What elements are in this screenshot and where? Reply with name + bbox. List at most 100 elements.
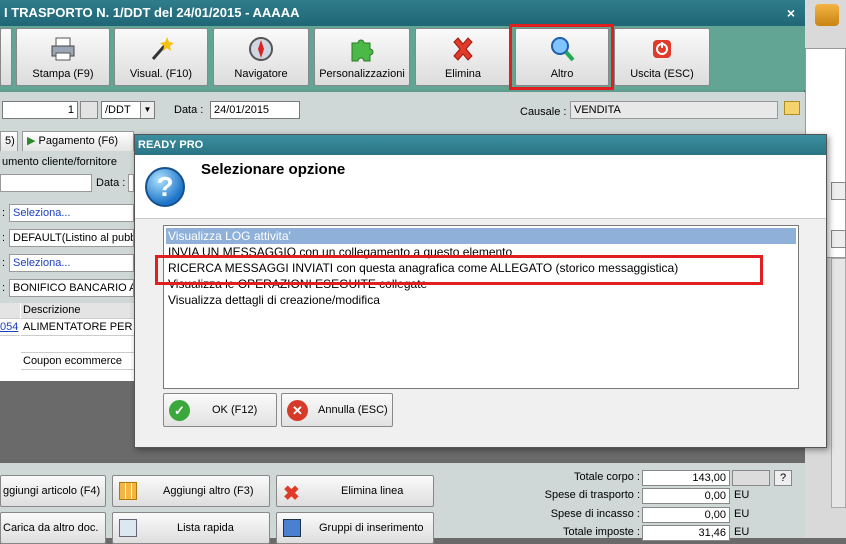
- stampa-button[interactable]: Stampa (F9): [16, 28, 110, 86]
- red-x-icon: [453, 37, 473, 61]
- altro-highlight: [509, 24, 614, 90]
- option-log-attivita[interactable]: Visualizza LOG attivita': [166, 228, 796, 244]
- elimina-button[interactable]: Elimina: [415, 28, 511, 86]
- side-dropdown-2[interactable]: [831, 230, 846, 248]
- personalizzazioni-label: Personalizzazioni: [319, 68, 405, 80]
- partial-button[interactable]: [0, 28, 12, 86]
- aggiungi-altro-button[interactable]: Aggiungi altro (F3): [112, 475, 270, 507]
- aggiungi-altro-label: Aggiungi altro (F3): [163, 485, 254, 497]
- elimina-linea-label: Elimina linea: [341, 485, 404, 497]
- option-dettagli-creazione[interactable]: Visualizza dettagli di creazione/modific…: [166, 292, 796, 308]
- question-icon: ?: [145, 167, 185, 207]
- dialog-header: ? Selezionare opzione: [135, 155, 826, 219]
- series-dropdown-arrow[interactable]: ▼: [140, 102, 154, 118]
- personalizzazioni-button[interactable]: Personalizzazioni: [314, 28, 410, 86]
- items-grid: Descrizione 054 ALIMENTATORE PER N Coupo…: [0, 303, 134, 381]
- stampa-label: Stampa (F9): [32, 68, 94, 80]
- data-label: Data :: [174, 104, 204, 116]
- puzzle-icon: [351, 39, 374, 62]
- carica-altro-doc-label: Carica da altro doc.: [3, 522, 99, 534]
- cancel-icon: ✕: [287, 400, 308, 421]
- side-dropdown-1[interactable]: [831, 182, 846, 200]
- dialog-title: READY PRO: [135, 135, 826, 155]
- totale-imposte-value: 31,46: [642, 525, 730, 541]
- ok-label: OK (F12): [212, 404, 258, 416]
- printer-icon: [51, 37, 75, 61]
- group-add-icon: [283, 519, 301, 537]
- totale-corpo-extra: [732, 470, 770, 486]
- list-icon: [119, 519, 137, 537]
- tab-pagamento[interactable]: ▶ Pagamento (F6): [22, 131, 134, 151]
- causale-field[interactable]: VENDITA: [570, 101, 778, 119]
- grid-row-1-desc[interactable]: ALIMENTATORE PER N: [21, 320, 134, 336]
- window-title: I TRASPORTO N. 1/DDT del 24/01/2015 - AA…: [0, 0, 805, 26]
- uscita-button[interactable]: Uscita (ESC): [614, 28, 710, 86]
- grid-row-2-desc[interactable]: [21, 337, 134, 353]
- totale-corpo-label: Totale corpo :: [573, 471, 640, 483]
- lista-rapida-label: Lista rapida: [177, 522, 234, 534]
- magic-wand-icon: [151, 37, 174, 60]
- pagamento-icon: ▶: [27, 135, 36, 147]
- grid-row-3-desc[interactable]: Coupon ecommerce: [21, 354, 134, 370]
- navigatore-button[interactable]: Navigatore: [213, 28, 309, 86]
- delete-line-icon: ✖: [283, 483, 300, 505]
- row-prefix-3: :: [2, 257, 6, 269]
- gruppi-inserimento-button[interactable]: Gruppi di inserimento: [276, 512, 434, 544]
- totals-help-button[interactable]: ?: [774, 470, 792, 486]
- spese-incasso-value[interactable]: 0,00: [642, 507, 730, 523]
- ok-button[interactable]: ✓ OK (F12): [163, 393, 277, 427]
- select-row-1[interactable]: Seleziona...: [9, 204, 134, 222]
- grid-header-code: [0, 303, 20, 319]
- row-prefix-4: :: [2, 282, 6, 294]
- elimina-label: Elimina: [444, 68, 482, 80]
- row-prefix-2: :: [2, 232, 6, 244]
- select-row-3[interactable]: Seleziona...: [9, 254, 134, 272]
- navigatore-label: Navigatore: [234, 68, 288, 80]
- select-option-dialog: READY PRO ? Selezionare opzione Visualiz…: [134, 134, 827, 448]
- spese-incasso-label: Spese di incasso :: [550, 508, 640, 520]
- dialog-heading: Selezionare opzione: [201, 161, 346, 178]
- totale-imposte-label: Totale imposte :: [562, 526, 640, 538]
- gruppi-inserimento-label: Gruppi di inserimento: [319, 522, 424, 534]
- tab-pagamento-label: Pagamento (F6): [38, 135, 119, 147]
- tab-left[interactable]: 5): [0, 131, 18, 151]
- row-prefix-1: :: [2, 207, 6, 219]
- compass-icon: [249, 37, 273, 61]
- document-number-field[interactable]: [2, 101, 78, 119]
- spese-trasporto-value[interactable]: 0,00: [642, 488, 730, 504]
- carica-altro-doc-button[interactable]: Carica da altro doc.: [0, 512, 106, 544]
- spese-trasporto-label: Spese di trasporto :: [544, 489, 640, 501]
- document-field[interactable]: [0, 174, 92, 192]
- spese-incasso-unit: EU: [734, 508, 750, 520]
- uscita-label: Uscita (ESC): [630, 68, 694, 80]
- grid-row-1-code[interactable]: 054: [0, 320, 20, 336]
- aggiungi-articolo-button[interactable]: ggiungi articolo (F4): [0, 475, 106, 507]
- pagamento-row[interactable]: BONIFICO BANCARIO AN: [9, 279, 134, 297]
- annulla-label: Annulla (ESC): [318, 404, 388, 416]
- grid-header-descrizione: Descrizione: [21, 303, 134, 319]
- ricerca-messaggi-highlight: [155, 255, 763, 285]
- form-data-label: Data :: [96, 177, 126, 189]
- visual-button[interactable]: Visual. (F10): [114, 28, 208, 86]
- totale-imposte-unit: EU: [734, 526, 750, 538]
- lista-rapida-button[interactable]: Lista rapida: [112, 512, 270, 544]
- options-list[interactable]: Visualizza LOG attivita' INVIA UN MESSAG…: [163, 225, 799, 389]
- window-close-button[interactable]: ×: [782, 4, 800, 22]
- visual-label: Visual. (F10): [129, 68, 193, 80]
- side-scroll[interactable]: [831, 258, 846, 508]
- aggiungi-articolo-label: ggiungi articolo (F4): [3, 485, 101, 497]
- document-client-label: umento cliente/fornitore: [2, 156, 117, 168]
- causale-label: Causale :: [520, 106, 567, 118]
- power-icon: [653, 40, 671, 58]
- elimina-linea-button[interactable]: ✖ Elimina linea: [276, 475, 434, 507]
- spese-trasporto-unit: EU: [734, 489, 750, 501]
- data-field[interactable]: [210, 101, 300, 119]
- check-icon: ✓: [169, 400, 190, 421]
- totale-corpo-value: 143,00: [642, 470, 730, 486]
- annulla-button[interactable]: ✕ Annulla (ESC): [281, 393, 393, 427]
- folder-icon[interactable]: [784, 101, 800, 115]
- listino-row[interactable]: DEFAULT(Listino al pubbli: [9, 229, 134, 247]
- users-icon[interactable]: [815, 4, 839, 26]
- number-spin-button[interactable]: [80, 101, 98, 119]
- grid-add-icon: [119, 482, 137, 500]
